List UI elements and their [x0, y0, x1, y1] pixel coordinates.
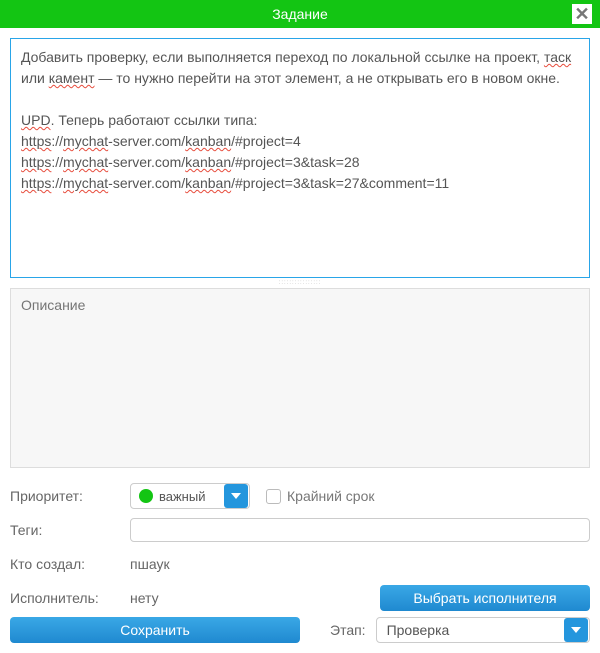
dialog-content: Добавить проверку, если выполняется пере… [0, 28, 600, 653]
stage-select[interactable]: Проверка [376, 617, 590, 643]
save-button[interactable]: Сохранить [10, 617, 300, 643]
priority-value: важный [159, 489, 223, 504]
dialog-header: Задание ✕ [0, 0, 600, 28]
priority-select[interactable]: важный [130, 483, 250, 509]
assignee-row: Исполнитель: нету Выбрать исполнителя [10, 583, 590, 613]
assign-button[interactable]: Выбрать исполнителя [380, 585, 590, 611]
resize-handle[interactable]: :::::::::::::::: [10, 278, 590, 288]
priority-dot-icon [139, 489, 153, 503]
creator-row: Кто создал: пшаук [10, 549, 590, 579]
dialog-title: Задание [0, 6, 600, 22]
chevron-down-icon [564, 618, 588, 642]
priority-row: Приоритет: важный Крайний срок [10, 481, 590, 511]
close-icon[interactable]: ✕ [572, 4, 592, 24]
chevron-down-icon [224, 484, 248, 508]
assignee-value: нету [130, 590, 159, 606]
tags-input[interactable] [130, 518, 590, 542]
description-input[interactable] [10, 288, 590, 468]
stage-label: Этап: [330, 622, 366, 638]
creator-label: Кто создал: [10, 556, 130, 572]
priority-label: Приоритет: [10, 488, 130, 504]
checkbox-icon [266, 489, 281, 504]
bottom-row: Сохранить Этап: Проверка [10, 617, 590, 643]
deadline-checkbox[interactable]: Крайний срок [266, 488, 375, 504]
assignee-label: Исполнитель: [10, 590, 130, 606]
creator-value: пшаук [130, 556, 170, 572]
tags-label: Теги: [10, 522, 130, 538]
task-title-input[interactable]: Добавить проверку, если выполняется пере… [10, 38, 590, 278]
tags-row: Теги: [10, 515, 590, 545]
deadline-label: Крайний срок [287, 488, 375, 504]
stage-value: Проверка [387, 622, 563, 638]
